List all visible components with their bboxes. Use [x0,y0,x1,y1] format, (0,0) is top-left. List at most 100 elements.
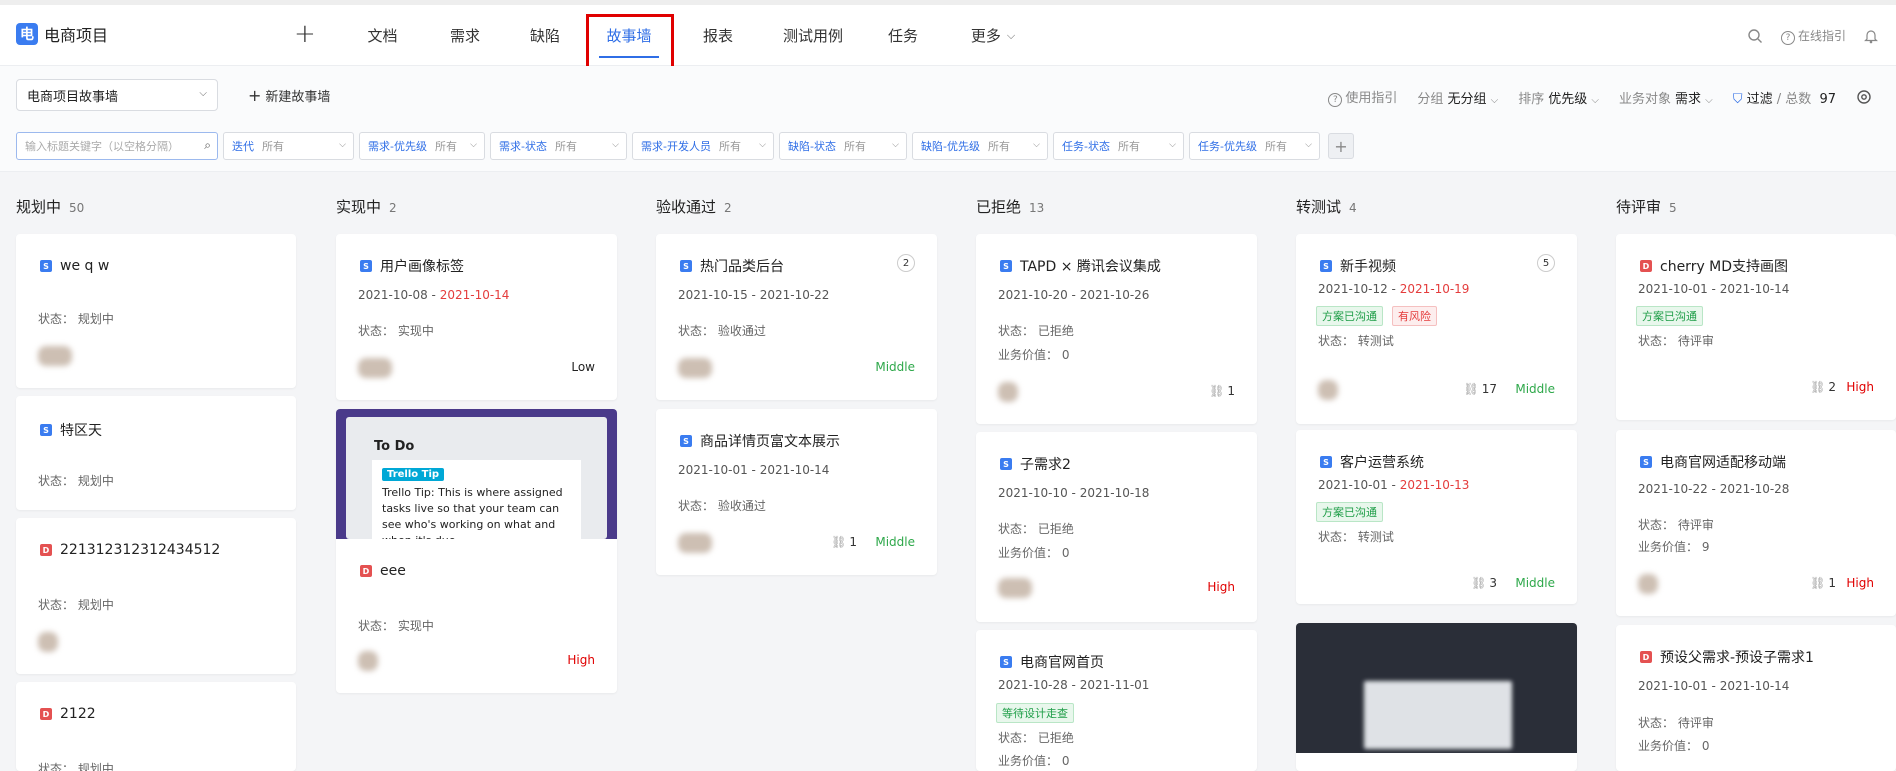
card-title[interactable]: 特区天 [60,420,102,440]
card-title[interactable]: 客户运营系统 [1340,452,1424,472]
filter-req-developer[interactable]: 需求-开发人员 所有 ⌵ [632,132,774,160]
story-card[interactable]: S TAPD × 腾讯会议集成 2021-10-20 - 2021-10-26 状… [976,234,1257,424]
card-status: 状态： 规划中 [38,312,114,326]
card-status: 状态： 已拒绝 [998,731,1074,745]
settings-icon[interactable] [1856,89,1872,105]
business-value: 业务价值： 9 [1638,540,1710,554]
chevron-down-icon: ⌵ [470,140,477,150]
filter-req-priority[interactable]: 需求-优先级 所有 ⌵ [359,132,485,160]
defect-type-icon: D [1640,260,1652,272]
tab-defects[interactable]: 缺陷 [505,5,585,66]
avatar [358,651,378,671]
card-tag: 方案已沟通 [1316,306,1383,326]
card-status: 状态： 已拒绝 [998,522,1074,536]
card-title[interactable]: 用户画像标签 [380,256,464,276]
avatar [38,346,72,366]
filter-defect-priority[interactable]: 缺陷-优先级 所有 ⌵ [912,132,1048,160]
sort-select[interactable]: 排序 优先级 ⌵ [1518,88,1599,107]
avatar [998,578,1032,598]
chevron-down-icon: ⌵ [892,140,899,150]
project-logo[interactable]: 电 电商项目 [16,22,108,46]
story-card[interactable]: Swe q w 状态： 规划中 [16,234,296,388]
subtask-count: ⛓ 1 [1209,384,1235,398]
story-type-icon: S [360,260,372,272]
nav-right: ? 在线指引 [1747,27,1878,45]
priority-label: High [1846,380,1874,394]
help-guide-link[interactable]: ? 使用指引 [1328,87,1397,107]
filter-iteration[interactable]: 迭代 所有 ⌵ [223,132,354,160]
card-dates: 2021-10-08 - 2021-10-14 [358,288,510,302]
defect-card[interactable]: D 2122 状态： 规划中 [16,682,296,771]
story-card[interactable]: S 子需求2 2021-10-10 - 2021-10-18 状态： 已拒绝 业务… [976,432,1257,622]
project-name: 电商项目 [44,26,109,45]
story-card[interactable]: S 热门品类后台 2 2021-10-15 - 2021-10-22 状态： 验收… [656,234,937,400]
filter-task-status[interactable]: 任务-状态 所有 ⌵ [1053,132,1184,160]
tab-reports[interactable]: 报表 [673,5,763,66]
card-status: 状态： 实现中 [358,324,434,338]
story-card[interactable]: S 用户画像标签 2021-10-08 - 2021-10-14 状态： 实现中 … [336,234,617,400]
tab-docs[interactable]: 文档 [340,5,425,66]
story-card[interactable]: S 新手视频 5 2021-10-12 - 2021-10-19 方案已沟通 有风… [1296,234,1577,424]
subtask-count: ⛓ 17 [1463,382,1497,396]
tab-requirements[interactable]: 需求 [425,5,505,66]
card-dates: 2021-10-28 - 2021-11-01 [998,678,1150,692]
story-card[interactable]: S 电商官网适配移动端 2021-10-22 - 2021-10-28 状态： 待… [1616,430,1896,616]
story-card[interactable]: S 客户运营系统 2021-10-01 - 2021-10-13 方案已沟通 状态… [1296,430,1577,604]
object-select[interactable]: 业务对象 需求 ⌵ [1619,88,1713,107]
column-header: 实现中 2 [336,198,397,216]
priority-label: Middle [875,535,915,549]
card-title[interactable]: 电商官网适配移动端 [1660,452,1786,472]
story-type-icon: S [1000,458,1012,470]
story-card[interactable]: S 电商官网首页 2021-10-28 - 2021-11-01 等待设计走查 状… [976,630,1257,771]
card-status: 状态： 待评审 [1638,518,1714,532]
add-filter-button[interactable]: + [1328,133,1354,159]
new-story-wall-button[interactable]: + 新建故事墙 [248,86,330,105]
tab-tasks[interactable]: 任务 [863,5,943,66]
filter-defect-status[interactable]: 缺陷-状态 所有 ⌵ [779,132,907,160]
card-title[interactable]: 子需求2 [1020,454,1071,474]
story-card[interactable]: S 特区天 状态： 规划中 [16,396,296,510]
online-guide-link[interactable]: ? 在线指引 [1780,27,1846,45]
keyword-search-input[interactable]: 输入标题关键字（以空格分隔） ⌕ [16,132,218,160]
filter-total[interactable]: ⛉ 过滤 / 总数 97 [1733,88,1836,107]
tab-test-cases[interactable]: 测试用例 [763,5,863,66]
defect-card[interactable]: Dcherry MD支持画图 2021-10-01 - 2021-10-14 方… [1616,234,1896,420]
add-icon[interactable]: + [294,21,316,47]
card-title[interactable]: eee [380,563,406,579]
filter-task-priority[interactable]: 任务-优先级 所有 ⌵ [1189,132,1320,160]
card-title[interactable]: 预设父需求-预设子需求1 [1660,647,1814,667]
defect-card[interactable]: D 221312312312434512 状态： 规划中 [16,518,296,674]
search-icon[interactable] [1747,28,1763,44]
card-title[interactable]: 热门品类后台 [700,256,784,276]
avatar [678,358,712,378]
defect-card[interactable]: D 预设父需求-预设子需求1 2021-10-01 - 2021-10-14 状态… [1616,625,1896,771]
card-title[interactable]: 新手视频 [1340,256,1396,276]
story-wall-select[interactable]: 电商项目故事墙 ⌵ [16,79,218,111]
group-select[interactable]: 分组 无分组 ⌵ [1417,88,1498,107]
defect-card[interactable]: To Do Trello Tip Trello Tip: This is whe… [336,409,617,693]
card-title[interactable]: 电商官网首页 [1020,652,1104,672]
chevron-down-icon: ⌵ [1169,140,1176,150]
active-tab-highlight [586,14,674,71]
card-title[interactable]: 2122 [60,706,96,722]
subtask-count: ⛓ 1 [1810,576,1836,590]
chevron-down-icon: ⌵ [1705,94,1713,106]
notification-icon[interactable] [1864,28,1878,44]
chevron-down-icon: ⌵ [1490,94,1499,106]
story-card-with-cover[interactable] [1296,623,1577,771]
subtask-icon: ⛓ [1463,382,1479,396]
column-header: 已拒绝 13 [976,198,1045,216]
tab-more[interactable]: 更多 ⌵ [943,5,1043,66]
card-title[interactable]: cherry MD支持画图 [1660,256,1788,276]
subtask-icon: ⛓ [1471,576,1487,590]
card-tag: 方案已沟通 [1636,306,1703,326]
story-card[interactable]: S 商品详情页富文本展示 2021-10-01 - 2021-10-14 状态： … [656,409,937,575]
avatar [998,382,1018,402]
card-title[interactable]: we q w [60,258,109,274]
filter-req-status[interactable]: 需求-状态 所有 ⌵ [490,132,627,160]
help-icon: ? [1328,93,1343,107]
chevron-down-icon: ⌵ [1305,140,1312,150]
card-title[interactable]: 221312312312434512 [60,542,220,558]
card-title[interactable]: TAPD × 腾讯会议集成 [1020,256,1161,276]
card-title[interactable]: 商品详情页富文本展示 [700,431,840,451]
